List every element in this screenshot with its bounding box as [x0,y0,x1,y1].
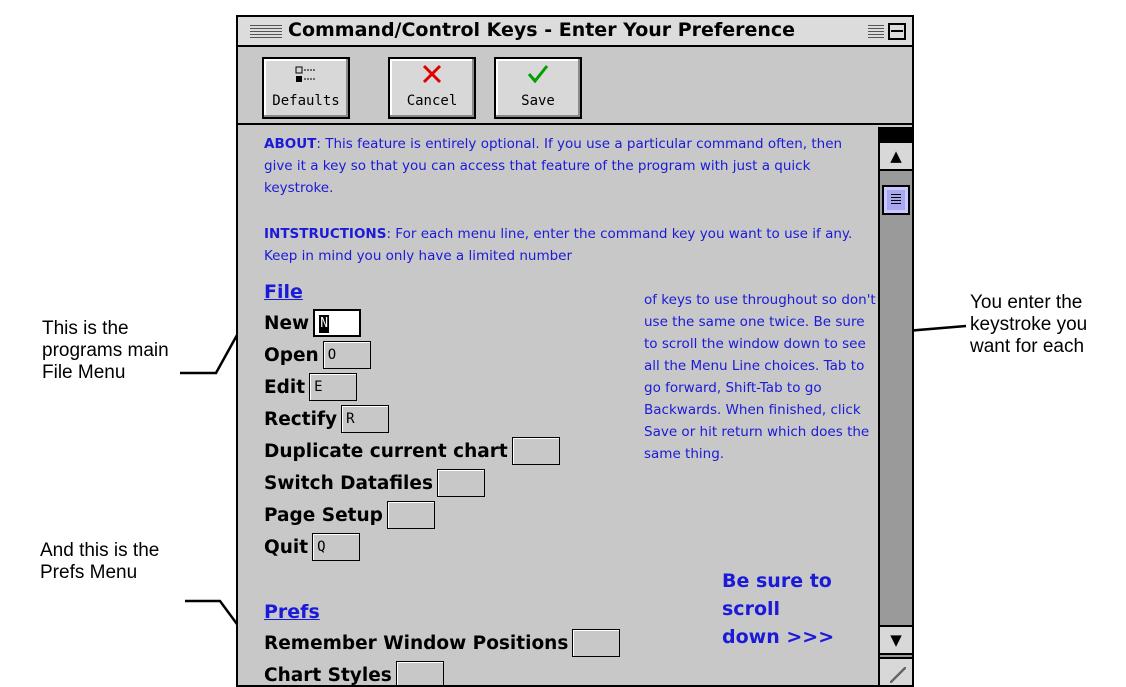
defaults-label: Defaults [272,93,340,109]
zoom-box[interactable] [888,23,906,40]
about-heading: ABOUT [264,136,317,152]
file-row-quit: Quit Q [264,533,361,561]
file-row-open: Open O [264,341,371,369]
title-bar[interactable]: Command/Control Keys - Enter Your Prefer… [238,17,912,47]
scroll-up-arrow-icon[interactable]: ▲ [880,141,912,171]
menu-line-label: Rectify [264,408,338,430]
menu-line-label: Quit [264,536,309,558]
file-row-edit: Edit E [264,373,358,401]
vertical-scrollbar[interactable]: ▲ ▼ [878,127,912,685]
prefs-section-heading: Prefs [264,601,320,623]
file-row-switch-datafiles: Switch Datafiles [264,469,485,497]
checkmark-icon [496,63,580,91]
scroll-thumb[interactable] [882,185,910,215]
prefs-row-chart-styles: Chart Styles [264,661,444,686]
close-box[interactable] [250,25,282,39]
file-row-rectify: Rectify R [264,405,390,433]
defaults-icon [264,63,348,93]
window-title: Command/Control Keys - Enter Your Prefer… [288,19,796,41]
key-field-new[interactable]: N [313,309,362,337]
cancel-label: Cancel [406,93,458,109]
key-field-rectify[interactable]: R [341,405,390,433]
key-field-quit[interactable]: Q [312,533,361,561]
save-button[interactable]: Save [494,57,582,119]
file-row-duplicate: Duplicate current chart [264,437,560,465]
key-field-page-setup[interactable] [386,501,435,529]
menu-line-label: Open [264,344,319,366]
menu-line-label: Chart Styles [264,664,392,686]
text-caret: N [319,315,330,333]
instructions-heading: INTSTRUCTIONS [264,226,387,242]
cancel-button[interactable]: Cancel [388,57,476,119]
file-row-new: New N [264,309,362,337]
title-stripes [868,25,884,39]
about-paragraph: ABOUT: This feature is entirely optional… [264,133,874,199]
instructions-continued: of keys to use throughout so don't use t… [644,292,876,462]
key-field-open[interactable]: O [322,341,371,369]
scroll-note: Be sure to scroll down >>> [722,570,835,648]
key-field-edit[interactable]: E [309,373,358,401]
x-icon [390,63,474,91]
preferences-window: Command/Control Keys - Enter Your Prefer… [236,15,914,687]
menu-line-label: Page Setup [264,504,383,526]
callout-prefs-menu: And this is the Prefs Menu [40,540,160,583]
menu-line-label: Remember Window Positions [264,632,569,654]
callout-file-menu: This is the programs main File Menu [42,318,169,383]
about-text: : This feature is entirely optional. If … [264,136,843,196]
menu-line-label: New [264,312,310,334]
callout-keystroke: You enter the keystroke you want for eac… [970,292,1088,357]
key-field-window-positions[interactable] [572,629,621,657]
key-field-switch-datafiles[interactable] [436,469,485,497]
defaults-button[interactable]: Defaults [262,57,350,119]
save-label: Save [521,93,555,109]
file-row-page-setup: Page Setup [264,501,435,529]
resize-grip-icon[interactable] [878,657,912,685]
scroll-down-arrow-icon[interactable]: ▼ [880,625,912,655]
scrollbar-cap [880,127,912,141]
key-field-duplicate[interactable] [511,437,560,465]
prefs-row-window-positions: Remember Window Positions [264,629,621,657]
menu-line-label: Switch Datafiles [264,472,433,494]
toolbar: Defaults Cancel Save [238,49,912,125]
menu-line-label: Edit [264,376,306,398]
menu-line-label: Duplicate current chart [264,440,508,462]
file-section-heading: File [264,281,303,303]
instructions-paragraph: INTSTRUCTIONS: For each menu line, enter… [264,223,874,267]
content-pane: ABOUT: This feature is entirely optional… [238,127,878,686]
key-field-chart-styles[interactable] [395,661,444,685]
